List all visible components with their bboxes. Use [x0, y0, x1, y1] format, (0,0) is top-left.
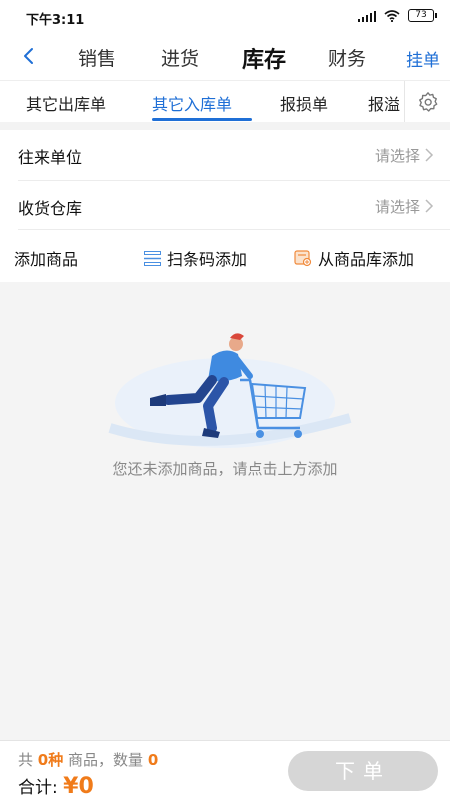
- status-bar: 下午3:11 73: [0, 0, 450, 34]
- partner-row[interactable]: 往来单位 请选择: [0, 130, 450, 180]
- scan-barcode-label: 扫条码添加: [167, 250, 248, 269]
- subtab-overflow-report[interactable]: 报溢: [368, 91, 400, 115]
- warehouse-row[interactable]: 收货仓库 请选择: [0, 181, 450, 231]
- tab-inventory[interactable]: 库存: [242, 42, 286, 74]
- hold-order-button[interactable]: 挂单: [406, 46, 440, 71]
- tab-finance[interactable]: 财务: [328, 44, 366, 71]
- goods-kinds-count: 0种: [37, 751, 64, 769]
- battery-level: 73: [415, 10, 427, 20]
- top-nav: 销售 进货 库存 财务 挂单: [0, 34, 450, 80]
- back-icon[interactable]: [18, 42, 42, 70]
- partner-label: 往来单位: [18, 148, 83, 167]
- warehouse-label: 收货仓库: [18, 199, 83, 218]
- subtab-loss-report[interactable]: 报损单: [280, 91, 328, 115]
- wifi-icon: [384, 9, 400, 22]
- add-goods-label: 添加商品: [14, 250, 79, 269]
- add-from-library-button[interactable]: 从商品库添加: [294, 246, 414, 270]
- empty-message: 您还未添加商品，请点击上方添加: [112, 460, 338, 478]
- place-order-button[interactable]: 下单: [288, 751, 438, 791]
- add-goods-row: 添加商品 扫条码添加 从商品库添加: [0, 230, 450, 282]
- order-summary-bar: 共 0种 商品，数量 0 合计: ¥0 下单: [0, 740, 450, 800]
- goods-list-empty: 您还未添加商品，请点击上方添加: [0, 282, 450, 740]
- subtab-other-inbound[interactable]: 其它入库单: [152, 91, 232, 115]
- tab-purchase[interactable]: 进货: [161, 44, 199, 71]
- subtab-other-outbound[interactable]: 其它出库单: [26, 91, 106, 115]
- goods-quantity: 0: [147, 751, 159, 769]
- status-time: 下午3:11: [26, 13, 85, 28]
- section-gap: [0, 122, 450, 130]
- active-tab-indicator: [152, 118, 252, 121]
- chevron-right-icon: [425, 148, 434, 162]
- summary-prefix: 共: [18, 751, 34, 769]
- battery-icon: 73: [408, 9, 437, 22]
- add-from-library-label: 从商品库添加: [318, 250, 415, 269]
- tab-sales[interactable]: 销售: [78, 44, 116, 71]
- barcode-scan-icon: [144, 250, 161, 266]
- scan-barcode-button[interactable]: 扫条码添加: [144, 246, 247, 270]
- signal-icon: [358, 10, 376, 22]
- empty-cart-illustration: [108, 333, 352, 448]
- summary-middle: 商品，数量: [68, 751, 144, 769]
- total-label: 合计:: [18, 778, 58, 798]
- warehouse-select[interactable]: 请选择: [375, 196, 420, 217]
- status-icons: 73: [358, 9, 437, 22]
- document-type-tabs: 其它出库单 其它入库单 报损单 报溢: [0, 80, 450, 122]
- product-library-icon: [294, 249, 312, 266]
- summary-line: 共 0种 商品，数量 0: [18, 749, 158, 770]
- partner-select[interactable]: 请选择: [375, 145, 420, 166]
- gear-icon: [418, 92, 437, 112]
- total-amount: ¥0: [63, 774, 94, 799]
- chevron-right-icon: [425, 199, 434, 213]
- tab-settings-button[interactable]: [404, 81, 450, 122]
- total-line: 合计: ¥0: [18, 773, 94, 799]
